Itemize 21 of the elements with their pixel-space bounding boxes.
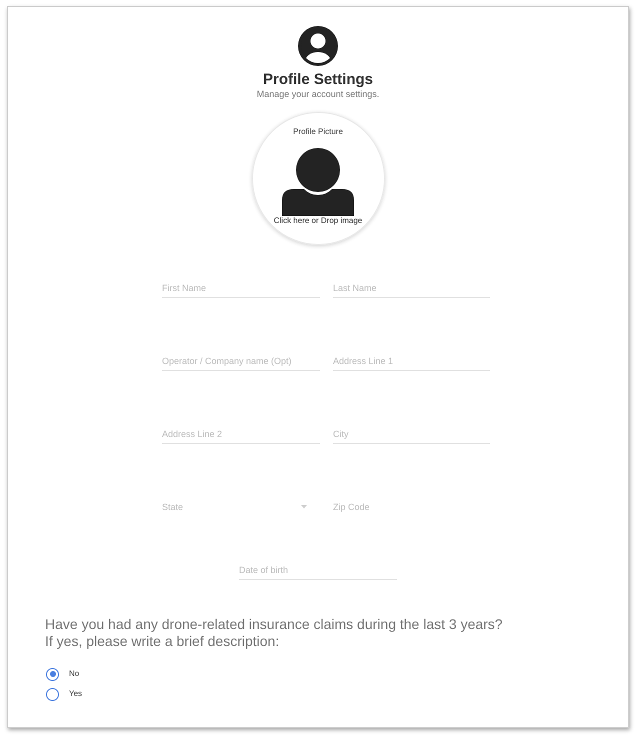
text-field[interactable]: Address Line 2: [162, 425, 320, 444]
text-field[interactable]: Zip Code: [333, 498, 490, 517]
text-field[interactable]: First Name: [162, 279, 320, 298]
page-subtitle: Manage your account settings.: [256, 89, 380, 100]
insurance-question: Have you had any drone-related insurance claims during the last 3 years? If yes, please write a brief description:: [45, 616, 503, 650]
radio-label[interactable]: Yes: [69, 689, 82, 699]
text-field[interactable]: Operator / Company name (Opt): [162, 352, 320, 371]
radio-button[interactable]: [46, 688, 59, 700]
upload-hint: Click here or Drop image: [274, 216, 362, 226]
profile-picture-upload[interactable]: Profile Picture Click here or Drop image: [252, 112, 384, 245]
upload-title: Profile Picture: [293, 127, 343, 137]
radio-button[interactable]: [46, 668, 59, 680]
radio-label[interactable]: No: [69, 669, 80, 679]
caret-icon: [301, 505, 307, 509]
user-avatar-icon: [298, 26, 338, 66]
text-field[interactable]: Last Name: [333, 279, 490, 298]
text-field[interactable]: Address Line 1: [333, 352, 490, 371]
page-title: Profile Settings: [262, 71, 374, 89]
text-field[interactable]: City: [333, 425, 490, 444]
user-silhouette-icon: [282, 148, 354, 216]
text-field[interactable]: Date of birth: [239, 561, 397, 580]
